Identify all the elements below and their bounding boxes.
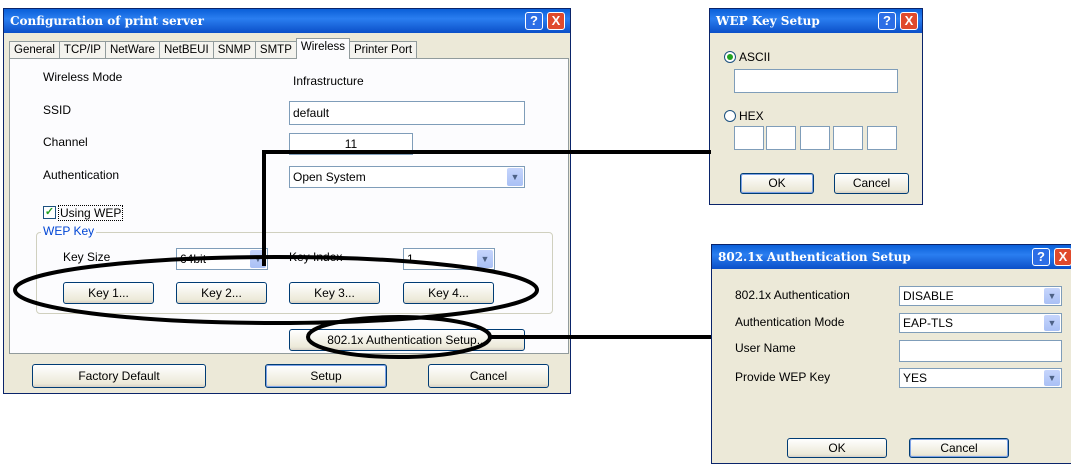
help-icon[interactable]: ? xyxy=(878,12,896,30)
wep-ok-button[interactable]: OK xyxy=(740,173,814,194)
using-wep-label[interactable]: Using WEP xyxy=(58,205,124,221)
hex-byte-2-input[interactable] xyxy=(766,126,796,150)
channel-label: Channel xyxy=(43,135,88,149)
help-icon[interactable]: ? xyxy=(1032,248,1050,266)
tab-tcpip[interactable]: TCP/IP xyxy=(58,41,106,59)
hex-label: HEX xyxy=(739,109,764,123)
key-3-button[interactable]: Key 3... xyxy=(289,282,380,304)
chevron-down-icon[interactable]: ▼ xyxy=(250,250,266,268)
auth-mode-select-value: EAP-TLS xyxy=(903,316,954,330)
chevron-down-icon[interactable]: ▼ xyxy=(1044,288,1060,304)
ssid-label: SSID xyxy=(43,103,72,117)
ascii-label: ASCII xyxy=(739,50,771,64)
auth-cancel-button[interactable]: Cancel xyxy=(909,438,1009,458)
key-2-button[interactable]: Key 2... xyxy=(176,282,267,304)
chevron-down-icon[interactable]: ▼ xyxy=(1044,370,1060,386)
hex-byte-3-input[interactable] xyxy=(800,126,830,150)
auth-dialog-titlebar: 802.1x Authentication Setup ? X xyxy=(712,245,1071,269)
wep-cancel-button[interactable]: Cancel xyxy=(834,173,909,194)
tab-smtp[interactable]: SMTP xyxy=(254,41,297,59)
main-titlebar: Configuration of print server ? X xyxy=(4,9,570,33)
wep-dialog-title: WEP Key Setup xyxy=(716,14,820,28)
main-window-title: Configuration of print server xyxy=(10,14,204,28)
ascii-radio[interactable] xyxy=(724,51,736,63)
key-size-select-value: 64bit xyxy=(180,252,207,266)
close-icon[interactable]: X xyxy=(1054,248,1071,266)
ascii-key-input[interactable] xyxy=(734,69,898,93)
key-size-label: Key Size xyxy=(63,250,111,264)
authentication-label: Authentication xyxy=(43,168,120,182)
auth-setup-dialog: 802.1x Authentication Setup ? X 802.1x A… xyxy=(711,244,1071,464)
tab-snmp[interactable]: SNMP xyxy=(212,41,256,59)
chevron-down-icon[interactable]: ▼ xyxy=(507,168,523,186)
dot1x-auth-label: 802.1x Authentication xyxy=(735,288,850,302)
authentication-select-value: Open System xyxy=(293,170,366,184)
hex-byte-5-input[interactable] xyxy=(867,126,897,150)
key-index-select-value: 1 xyxy=(407,252,414,266)
wireless-tab-panel: Wireless Mode Infrastructure SSID defaul… xyxy=(9,58,569,354)
hex-radio[interactable] xyxy=(724,110,736,122)
chevron-down-icon[interactable]: ▼ xyxy=(1044,315,1060,331)
user-name-label: User Name xyxy=(735,341,796,355)
provide-wep-select[interactable]: YES ▼ xyxy=(899,368,1062,388)
auth-setup-button[interactable]: 802.1x Authentication Setup... xyxy=(289,329,525,351)
ssid-input[interactable]: default xyxy=(289,101,525,125)
dot1x-auth-select[interactable]: DISABLE ▼ xyxy=(899,286,1062,306)
tab-netbeui[interactable]: NetBEUI xyxy=(158,41,214,59)
hex-byte-1-input[interactable] xyxy=(734,126,764,150)
key-index-label: Key Index xyxy=(289,250,343,264)
channel-input[interactable]: 11 xyxy=(289,133,413,155)
tab-netware[interactable]: NetWare xyxy=(104,41,160,59)
tab-wireless[interactable]: Wireless xyxy=(295,38,350,59)
wep-key-setup-dialog: WEP Key Setup ? X ASCII HEX OK Cancel xyxy=(709,8,923,205)
cancel-button[interactable]: Cancel xyxy=(428,364,549,388)
hex-byte-4-input[interactable] xyxy=(833,126,863,150)
setup-button[interactable]: Setup xyxy=(265,364,387,388)
wireless-mode-value: Infrastructure xyxy=(293,74,364,88)
auth-ok-button[interactable]: OK xyxy=(787,438,887,458)
key-4-button[interactable]: Key 4... xyxy=(403,282,494,304)
key-size-select[interactable]: 64bit ▼ xyxy=(176,248,268,270)
authentication-select[interactable]: Open System ▼ xyxy=(289,166,525,188)
tab-printer-port[interactable]: Printer Port xyxy=(348,41,418,59)
auth-dialog-title: 802.1x Authentication Setup xyxy=(718,250,911,264)
key-index-select[interactable]: 1 ▼ xyxy=(403,248,495,270)
tab-general[interactable]: General xyxy=(9,41,60,59)
factory-default-button[interactable]: Factory Default xyxy=(32,364,206,388)
using-wep-checkbox[interactable]: ✓ xyxy=(43,206,56,219)
wep-dialog-titlebar: WEP Key Setup ? X xyxy=(710,9,922,33)
chevron-down-icon[interactable]: ▼ xyxy=(477,250,493,268)
close-icon[interactable]: X xyxy=(900,12,918,30)
provide-wep-label: Provide WEP Key xyxy=(735,370,831,384)
help-icon[interactable]: ? xyxy=(525,12,543,30)
dot1x-auth-select-value: DISABLE xyxy=(903,289,954,303)
provide-wep-select-value: YES xyxy=(903,371,928,385)
tab-strip: General TCP/IP NetWare NetBEUI SNMP SMTP… xyxy=(9,38,418,59)
wep-key-group-title: WEP Key xyxy=(41,224,97,238)
close-icon[interactable]: X xyxy=(547,12,565,30)
key-1-button[interactable]: Key 1... xyxy=(63,282,154,304)
auth-mode-select[interactable]: EAP-TLS ▼ xyxy=(899,313,1062,333)
wireless-mode-label: Wireless Mode xyxy=(43,70,123,84)
auth-mode-label: Authentication Mode xyxy=(735,315,845,329)
user-name-input[interactable] xyxy=(899,340,1062,362)
